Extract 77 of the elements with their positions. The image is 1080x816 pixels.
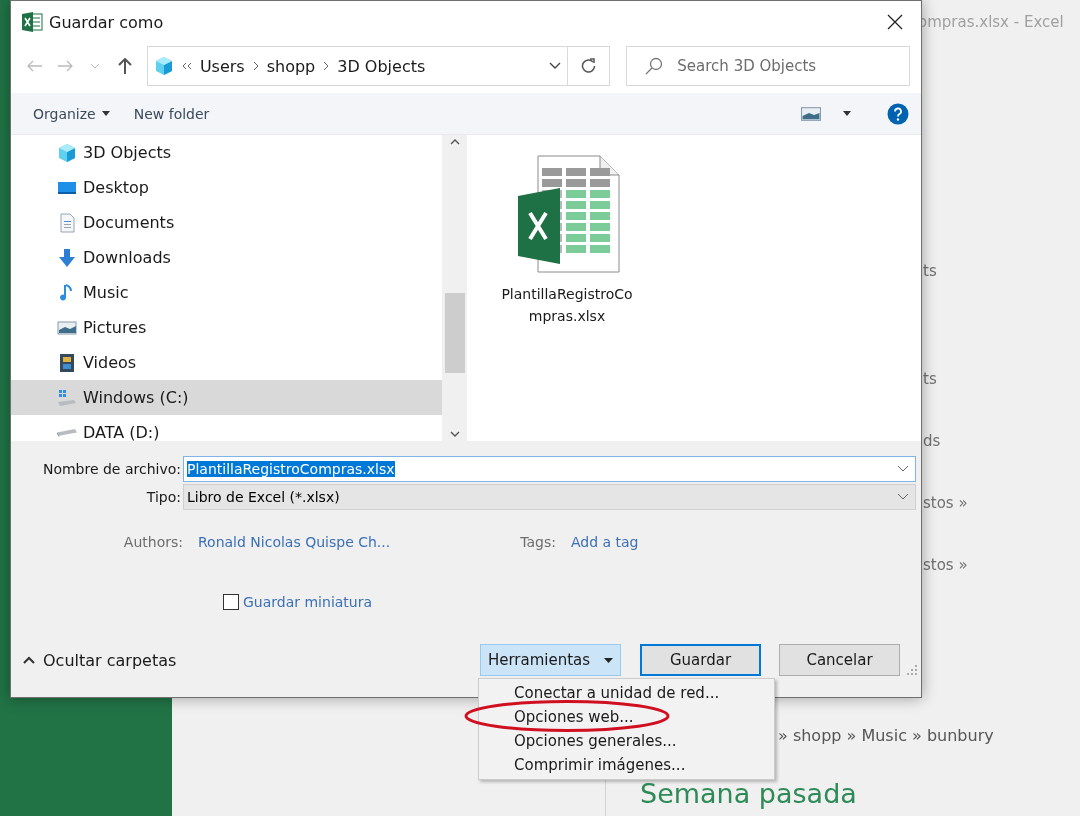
menu-item[interactable]: Comprimir imágenes... bbox=[479, 753, 774, 777]
folder-nav-item[interactable]: Music bbox=[11, 275, 442, 310]
folder-path: » shopp » Music » bunbury bbox=[778, 726, 994, 745]
breadcrumb-item[interactable]: 3D Objects bbox=[337, 56, 426, 76]
list-item-text: ts bbox=[923, 370, 937, 388]
search-icon bbox=[645, 57, 664, 75]
scrollbar-thumb[interactable] bbox=[444, 293, 465, 373]
close-icon bbox=[887, 14, 903, 30]
chevron-down-icon bbox=[89, 63, 100, 69]
section-heading: Semana pasada bbox=[640, 778, 857, 809]
add-tag-link[interactable]: Add a tag bbox=[570, 534, 639, 550]
chevron-icon bbox=[252, 61, 259, 71]
system-drive-icon bbox=[57, 387, 77, 408]
folder-nav-item[interactable]: Windows (C:) bbox=[11, 380, 442, 415]
search-field[interactable]: Search 3D Objects bbox=[626, 46, 910, 86]
breadcrumb-item[interactable]: Users bbox=[199, 56, 245, 76]
chevron-icon bbox=[323, 61, 330, 71]
forward-arrow-icon bbox=[56, 60, 73, 72]
videos-icon bbox=[57, 352, 77, 373]
checkbox[interactable] bbox=[223, 594, 239, 610]
list-item-text: stos » bbox=[923, 494, 968, 512]
tags-label: Tags: bbox=[520, 534, 556, 550]
authors-label: Authors: bbox=[122, 534, 183, 550]
file-name[interactable]: PlantillaRegistroCompras.xlsx bbox=[497, 283, 637, 327]
list-item-text: stos » bbox=[923, 556, 968, 574]
help-icon[interactable] bbox=[887, 102, 909, 125]
authors-link[interactable]: Ronald Nicolas Quispe Ch... bbox=[198, 534, 391, 550]
caret-icon bbox=[604, 657, 614, 663]
dropdown-chevron-icon[interactable] bbox=[549, 62, 562, 70]
chevron-up-icon bbox=[23, 656, 35, 664]
back-arrow-icon bbox=[27, 60, 43, 72]
drive-icon bbox=[57, 428, 77, 437]
refresh-icon bbox=[580, 58, 597, 74]
menu-item[interactable]: Opciones web... bbox=[479, 705, 774, 729]
field-label: Nombre de archivo: bbox=[41, 461, 182, 477]
save-button[interactable]: Guardar bbox=[640, 644, 761, 676]
breadcrumb-item[interactable]: shopp bbox=[266, 56, 316, 76]
file-type-dropdown[interactable]: Libro de Excel (*.xlsx) bbox=[183, 484, 916, 510]
download-icon bbox=[57, 247, 77, 268]
menu-item[interactable]: Opciones generales... bbox=[479, 729, 774, 753]
scroll-down-icon[interactable] bbox=[449, 431, 460, 437]
organize-menu-button[interactable]: Organize bbox=[33, 105, 110, 122]
caret-icon bbox=[843, 111, 851, 116]
checkbox-label[interactable]: Guardar miniatura bbox=[243, 594, 373, 610]
cube-icon bbox=[57, 142, 77, 163]
folder-nav-item[interactable]: Desktop bbox=[11, 170, 442, 205]
scrollbar[interactable] bbox=[442, 135, 467, 441]
address-bar[interactable]: Users shopp 3D Objects bbox=[146, 46, 569, 86]
list-item-text: ts bbox=[923, 262, 937, 280]
folder-nav-item[interactable]: Pictures bbox=[11, 310, 442, 345]
chevron-down-icon[interactable] bbox=[897, 493, 909, 501]
file-name-field[interactable]: PlantillaRegistroCompras.xlsx bbox=[183, 456, 916, 482]
new-folder-button[interactable]: New folder bbox=[133, 105, 210, 122]
folder-nav-item[interactable]: DATA (D:) bbox=[11, 415, 442, 441]
list-item-text: ds bbox=[923, 432, 941, 450]
chevron-down-icon[interactable] bbox=[897, 465, 909, 473]
overflow-chevron-icon bbox=[181, 62, 192, 70]
dialog-title: Guardar como bbox=[49, 12, 165, 32]
scroll-up-icon[interactable] bbox=[449, 139, 460, 145]
up-arrow-icon bbox=[117, 58, 132, 74]
folder-nav-item[interactable]: Downloads bbox=[11, 240, 442, 275]
tools-dropdown-button[interactable]: Herramientas bbox=[480, 644, 621, 676]
window-title: ompras.xlsx - Excel bbox=[918, 13, 1064, 31]
resize-grip-icon[interactable] bbox=[906, 664, 918, 676]
hide-folders-button[interactable]: Ocultar carpetas bbox=[23, 650, 480, 670]
document-icon bbox=[57, 212, 77, 233]
folder-nav-item[interactable]: Videos bbox=[11, 345, 442, 380]
caret-icon bbox=[101, 111, 110, 116]
landscape-icon bbox=[801, 106, 821, 121]
field-label: Tipo: bbox=[145, 489, 182, 505]
folder-nav-item[interactable]: 3D Objects bbox=[11, 135, 442, 170]
view-options-button[interactable] bbox=[801, 106, 851, 121]
cancel-button[interactable]: Cancelar bbox=[779, 644, 900, 676]
cube-icon bbox=[153, 56, 174, 76]
refresh-button[interactable] bbox=[568, 46, 611, 86]
folder-nav-item[interactable]: Documents bbox=[11, 205, 442, 240]
spreadsheet-app-icon bbox=[21, 11, 43, 33]
